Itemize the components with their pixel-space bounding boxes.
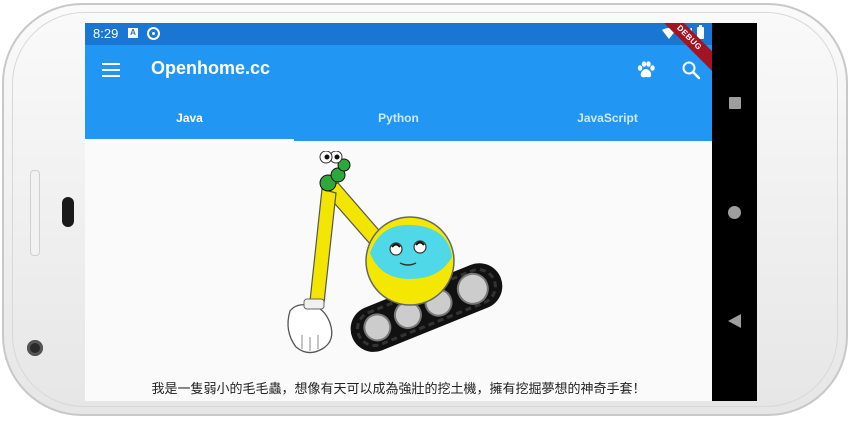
tab-javascript[interactable]: JavaScript [503,95,712,141]
tab-java[interactable]: Java [85,95,294,141]
tab-content-java: 我是一隻弱小的毛毛蟲，想像有天可以成為強壯的挖土機，擁有挖掘夢想的神奇手套！ [85,141,712,401]
caption-text: 我是一隻弱小的毛毛蟲，想像有天可以成為強壯的挖土機，擁有挖掘夢想的神奇手套！ [151,382,646,397]
app-bar: Openhome.cc [85,45,712,95]
app-screen: 8:29 A Openhome.cc Java Python JavaScrip… [85,23,712,401]
home-icon[interactable] [728,206,741,219]
status-bar: 8:29 A [85,23,712,45]
side-speaker-slot [30,170,40,256]
tab-python[interactable]: Python [294,95,503,141]
tab-bar: Java Python JavaScript [85,95,712,141]
app-title: Openhome.cc [151,58,271,78]
back-icon[interactable] [728,314,741,328]
caterpillar-excavator-image [287,151,503,354]
system-nav-bar [712,23,757,401]
sync-icon [147,27,160,40]
proximity-sensor [62,197,74,227]
recent-apps-icon[interactable] [729,97,741,109]
search-icon[interactable] [681,60,701,80]
menu-icon[interactable] [102,63,120,77]
a-badge-icon: A [128,28,138,38]
front-camera [27,340,43,356]
paw-icon[interactable] [636,60,656,80]
status-time: 8:29 [93,26,119,41]
